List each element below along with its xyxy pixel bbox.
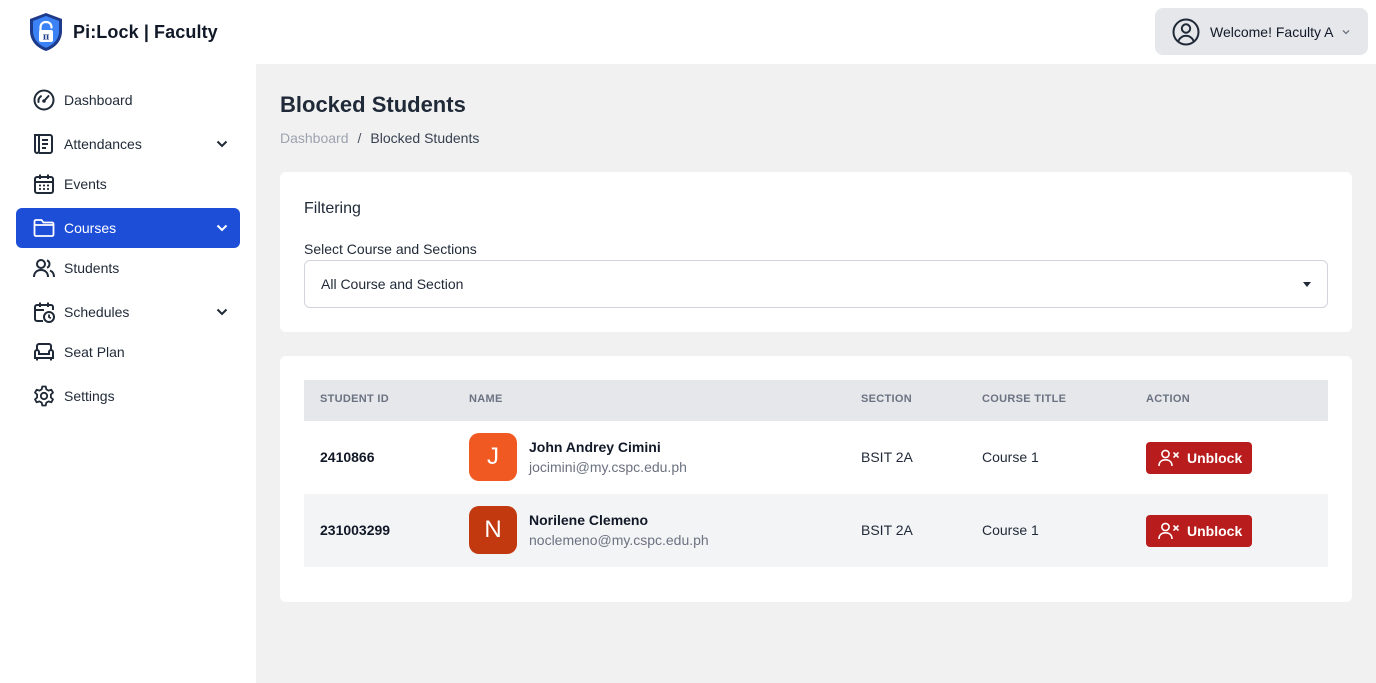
shield-lock-logo-icon: π [30,13,62,51]
sidebar-item-seat-plan[interactable]: Seat Plan [16,332,240,372]
column-header-course-title: COURSE TITLE [982,393,1067,405]
avatar: N [469,506,517,554]
gauge-icon [33,89,55,111]
unblock-label: Unblock [1187,523,1243,539]
student-section: BSIT 2A [861,522,913,538]
main-content: Blocked Students Dashboard / Blocked Stu… [256,64,1376,683]
breadcrumb: Dashboard / Blocked Students [280,130,479,146]
svg-text:π: π [43,33,50,43]
column-header-name: NAME [469,393,503,405]
student-course-title: Course 1 [982,449,1039,465]
calendar-clock-icon [34,302,55,323]
user-circle-icon [1172,18,1200,45]
student-email: jocimini@my.cspc.edu.ph [529,459,687,475]
brand[interactable]: π Pi:Lock | Faculty [28,12,218,52]
student-id: 231003299 [320,522,391,538]
chevron-down-icon [216,224,228,232]
dropdown-arrow-icon [1303,282,1311,287]
student-email: noclemeno@my.cspc.edu.ph [529,532,709,548]
sidebar-item-dashboard[interactable]: Dashboard [16,80,240,120]
student-name: Norilene Clemeno [529,512,649,528]
select-value: All Course and Section [321,276,464,292]
sidebar-item-schedules[interactable]: Schedules [16,292,240,332]
unblock-label: Unblock [1187,450,1243,466]
sidebar-item-attendances[interactable]: Attendances [16,124,240,164]
user-remove-icon [1158,449,1179,467]
filter-title: Filtering [304,200,361,217]
student-course-title: Course 1 [982,522,1039,538]
filter-card: Filtering Select Course and Sections All… [280,172,1352,332]
breadcrumb-current: Blocked Students [370,130,480,146]
course-section-select[interactable]: All Course and Section [304,260,1328,308]
sidebar-item-label: Settings [64,388,115,404]
column-header-section: SECTION [861,393,912,405]
user-remove-icon [1158,522,1179,540]
sidebar-item-label: Dashboard [64,92,133,108]
student-name: John Andrey Cimini [529,439,661,455]
sofa-icon [34,343,54,361]
table-row: 2410866 J John Andrey Cimini jocimini@my… [304,421,1328,494]
sidebar: Dashboard Attendances Events Courses Stu… [0,64,256,683]
unblock-button[interactable]: Unblock [1146,515,1252,547]
sidebar-item-students[interactable]: Students [16,248,240,288]
course-section-label: Select Course and Sections [304,241,477,257]
users-icon [33,259,55,278]
chevron-down-icon [216,140,228,148]
sidebar-item-label: Students [64,260,120,276]
folder-icon [33,219,55,237]
breadcrumb-dashboard-link[interactable]: Dashboard [280,130,349,146]
user-menu-button[interactable]: Welcome! Faculty A [1155,8,1368,55]
blocked-students-table: STUDENT ID NAME SECTION COURSE TITLE ACT… [304,380,1328,567]
table-row: 231003299 N Norilene Clemeno noclemeno@m… [304,494,1328,567]
scroll-icon [34,134,53,154]
column-header-student-id: STUDENT ID [320,393,389,405]
column-header-action: ACTION [1146,393,1190,405]
sidebar-item-label: Attendances [64,136,142,152]
unblock-button[interactable]: Unblock [1146,442,1252,474]
app-title: Pi:Lock | Faculty [73,21,218,42]
chevron-down-icon [1342,29,1350,34]
sidebar-item-events[interactable]: Events [16,164,240,204]
sidebar-item-settings[interactable]: Settings [16,376,240,416]
calendar-icon [34,174,54,194]
student-id: 2410866 [320,449,375,465]
sidebar-item-label: Schedules [64,304,130,320]
avatar: J [469,433,517,481]
top-header: π Pi:Lock | Faculty Welcome! Faculty A [0,0,1376,64]
gear-icon [34,385,54,407]
table-header: STUDENT ID NAME SECTION COURSE TITLE ACT… [304,380,1328,421]
chevron-down-icon [216,308,228,316]
student-section: BSIT 2A [861,449,913,465]
sidebar-item-label: Seat Plan [64,344,125,360]
sidebar-item-courses[interactable]: Courses [16,208,240,248]
sidebar-item-label: Courses [64,220,117,236]
page-title: Blocked Students [280,92,466,117]
breadcrumb-separator: / [357,130,362,146]
welcome-text: Welcome! Faculty A [1210,23,1334,40]
sidebar-item-label: Events [64,176,107,192]
blocked-students-card: STUDENT ID NAME SECTION COURSE TITLE ACT… [280,356,1352,602]
